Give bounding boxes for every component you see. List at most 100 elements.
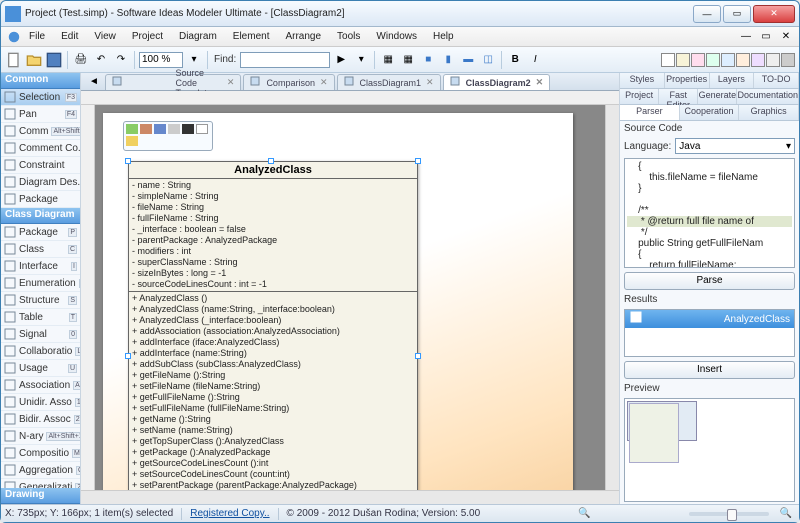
tab-classdiagram2[interactable]: ClassDiagram2✕ — [443, 74, 551, 90]
tab-sourcecodetemplat[interactable]: Source Code Templat...✕ — [105, 74, 241, 90]
menu-file[interactable]: File — [21, 29, 53, 44]
maximize-button[interactable]: ▭ — [723, 5, 751, 23]
panel-tab-fasteditor[interactable]: Fast Editor — [659, 89, 698, 104]
tab-nav-left-icon[interactable]: ◄ — [85, 72, 103, 90]
color-chip-1[interactable] — [661, 53, 675, 67]
minimize-button[interactable]: — — [693, 5, 721, 23]
toolbox-cat-common[interactable]: Common — [1, 73, 80, 89]
panel-tab-graphics[interactable]: Graphics — [739, 105, 799, 120]
undo-icon[interactable]: ↶ — [92, 51, 110, 69]
layout1-icon[interactable]: ■ — [419, 51, 437, 69]
zoom-out-icon[interactable]: 🔍 — [576, 505, 594, 523]
print-icon[interactable]: 🖨 — [72, 51, 90, 69]
color-chip-3[interactable] — [691, 53, 705, 67]
menu-edit[interactable]: Edit — [53, 29, 86, 44]
menu-project[interactable]: Project — [124, 29, 171, 44]
language-combo[interactable]: Java▾ — [675, 138, 795, 154]
mdi-min-icon[interactable]: — — [737, 28, 755, 46]
color-chip-7[interactable] — [751, 53, 765, 67]
mdi-close-icon[interactable]: ✕ — [777, 28, 795, 46]
layout2-icon[interactable]: ▮ — [439, 51, 457, 69]
tool-selection[interactable]: SelectionF3 — [1, 89, 80, 106]
tool-package[interactable]: PackageP — [1, 224, 80, 241]
color-chip-5[interactable] — [721, 53, 735, 67]
panel-tab-documentation[interactable]: Documentation — [737, 89, 799, 104]
code-preview[interactable]: { this.fileName = fileName } /** * @retu… — [624, 158, 795, 268]
menu-diagram[interactable]: Diagram — [171, 29, 225, 44]
find-input[interactable] — [240, 52, 330, 68]
toolbox-cat-drawing[interactable]: Drawing — [1, 488, 80, 504]
tool-structure[interactable]: StructureS — [1, 292, 80, 309]
insert-button[interactable]: Insert — [624, 361, 795, 379]
diagram-page[interactable]: AnalyzedClass - name : String- simpleNam… — [103, 113, 573, 490]
panel-tab-generate[interactable]: Generate — [698, 89, 737, 104]
tool-nary[interactable]: N-aryAlt+Shift+1 — [1, 428, 80, 445]
tool-enumeration[interactable]: EnumerationE — [1, 275, 80, 292]
tool-generalizati[interactable]: GeneralizatiZ — [1, 479, 80, 488]
layout3-icon[interactable]: ▬ — [459, 51, 477, 69]
tool-table[interactable]: TableT — [1, 309, 80, 326]
tool-interface[interactable]: InterfaceI — [1, 258, 80, 275]
results-list[interactable]: AnalyzedClass — [624, 309, 795, 357]
tab-close-icon[interactable]: ✕ — [536, 77, 544, 88]
tool-bidirassoc[interactable]: Bidir. Assoc2 — [1, 411, 80, 428]
tool-usage[interactable]: UsageU — [1, 360, 80, 377]
status-registration[interactable]: Registered Copy.. — [190, 508, 269, 519]
tab-classdiagram1[interactable]: ClassDiagram1✕ — [337, 74, 441, 90]
class-element[interactable]: AnalyzedClass - name : String- simpleNam… — [128, 161, 418, 490]
color-chip-8[interactable] — [766, 53, 780, 67]
tool-association[interactable]: AssociationA — [1, 377, 80, 394]
close-button[interactable]: ✕ — [753, 5, 795, 23]
app-menu-icon[interactable] — [7, 30, 21, 44]
find-next-icon[interactable]: ▶ — [332, 51, 350, 69]
panel-tab-styles[interactable]: Styles — [620, 73, 665, 88]
menu-help[interactable]: Help — [425, 29, 462, 44]
preview-panel[interactable] — [624, 398, 795, 502]
tab-close-icon[interactable]: ✕ — [227, 77, 235, 88]
zoom-combo[interactable] — [139, 52, 183, 68]
color-chip-6[interactable] — [736, 53, 750, 67]
find-options-icon[interactable]: ▾ — [352, 51, 370, 69]
toolbox-cat-classdiagram[interactable]: Class Diagram — [1, 208, 80, 224]
tool-unidirasso[interactable]: Unidir. Asso1 — [1, 394, 80, 411]
zoom-in-icon[interactable]: 🔍 — [777, 505, 795, 523]
menu-windows[interactable]: Windows — [368, 29, 425, 44]
redo-icon[interactable]: ↷ — [112, 51, 130, 69]
zoom-slider[interactable] — [689, 512, 769, 516]
tab-close-icon[interactable]: ✕ — [426, 77, 434, 88]
tool-aggregation[interactable]: AggregationG — [1, 462, 80, 479]
parse-button[interactable]: Parse — [624, 272, 795, 290]
scrollbar-horizontal[interactable] — [81, 490, 619, 504]
layout4-icon[interactable]: ◫ — [479, 51, 497, 69]
tool-class[interactable]: ClassC — [1, 241, 80, 258]
new-icon[interactable] — [5, 51, 23, 69]
tool-pan[interactable]: PanF4 — [1, 106, 80, 123]
panel-tab-project[interactable]: Project — [620, 89, 659, 104]
color-chip-9[interactable] — [781, 53, 795, 67]
zoom-dropdown-icon[interactable]: ▾ — [185, 51, 203, 69]
open-icon[interactable] — [25, 51, 43, 69]
tool-commentco[interactable]: Comment Co.. — [1, 140, 80, 157]
grid-icon[interactable]: ▦ — [379, 51, 397, 69]
save-icon[interactable] — [45, 51, 63, 69]
tool-compositio[interactable]: CompositioM — [1, 445, 80, 462]
panel-tab-properties[interactable]: Properties — [665, 73, 710, 88]
panel-tab-parser[interactable]: Parser — [620, 105, 680, 120]
tool-collaboratio[interactable]: CollaboratioL — [1, 343, 80, 360]
canvas[interactable]: AnalyzedClass - name : String- simpleNam… — [95, 105, 605, 490]
italic-icon[interactable]: I — [526, 51, 544, 69]
class-operations[interactable]: + AnalyzedClass ()+ AnalyzedClass (name:… — [129, 292, 417, 490]
tab-comparison[interactable]: Comparison✕ — [243, 74, 334, 90]
bold-icon[interactable]: B — [506, 51, 524, 69]
panel-tab-layers[interactable]: Layers — [710, 73, 755, 88]
menu-arrange[interactable]: Arrange — [277, 29, 329, 44]
tool-signal[interactable]: Signal0 — [1, 326, 80, 343]
tool-comm[interactable]: CommAlt+Shift+1 — [1, 123, 80, 140]
panel-tab-cooperation[interactable]: Cooperation — [680, 105, 740, 120]
floating-toolbar[interactable] — [123, 121, 213, 151]
menu-view[interactable]: View — [86, 29, 124, 44]
tool-constraint[interactable]: Constraint — [1, 157, 80, 174]
color-chip-4[interactable] — [706, 53, 720, 67]
menu-tools[interactable]: Tools — [329, 29, 368, 44]
class-attributes[interactable]: - name : String- simpleName : String- fi… — [129, 179, 417, 292]
